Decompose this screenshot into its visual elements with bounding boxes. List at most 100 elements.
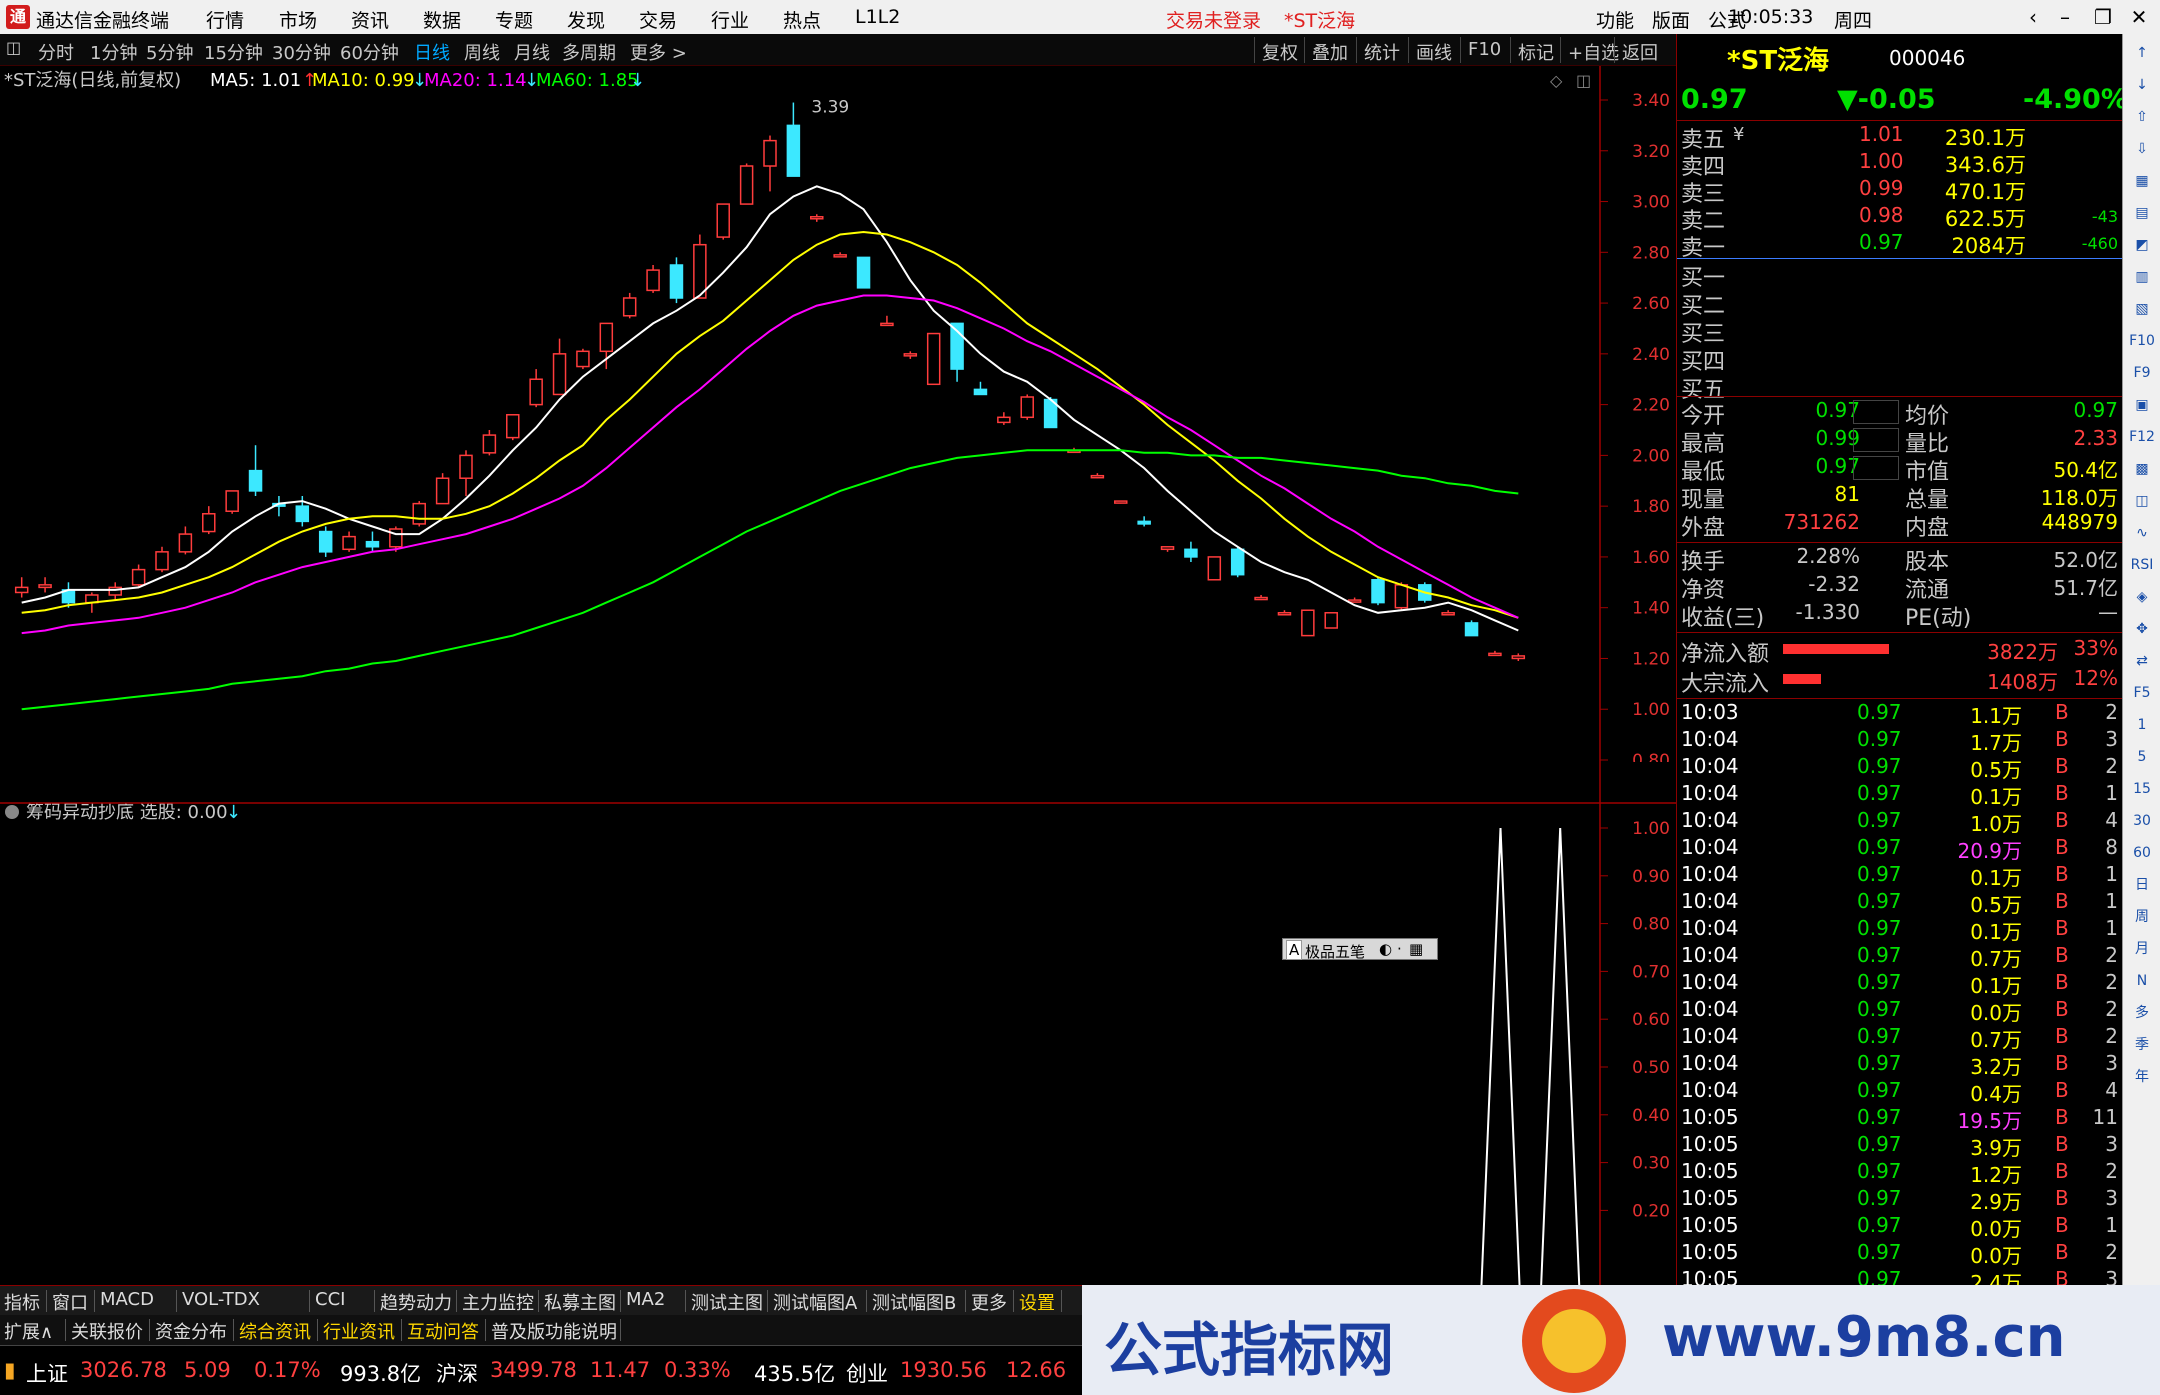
index-sh-name[interactable]: 上证: [26, 1358, 68, 1388]
indicator-tab[interactable]: MA2: [626, 1289, 665, 1310]
period-tab[interactable]: 月线: [514, 39, 550, 65]
side-tool-icon[interactable]: 15: [2129, 776, 2155, 802]
toolbar-button[interactable]: 返回: [1622, 39, 1658, 65]
side-tool-icon[interactable]: ▦: [2129, 168, 2155, 194]
indicator-tab[interactable]: 趋势动力: [380, 1289, 452, 1315]
ask-price[interactable]: 1.01: [1859, 122, 1904, 146]
side-tool-icon[interactable]: RSI: [2129, 552, 2155, 578]
side-tool-icon[interactable]: 5: [2129, 744, 2155, 770]
indicator-tab[interactable]: 指标: [4, 1289, 40, 1315]
index-hs-name[interactable]: 沪深: [436, 1358, 478, 1388]
ime-moon-icon[interactable]: ◐: [1379, 940, 1392, 958]
side-tool-icon[interactable]: 60: [2129, 840, 2155, 866]
side-tool-icon[interactable]: ▥: [2129, 264, 2155, 290]
period-tab[interactable]: 5分钟: [146, 39, 193, 65]
ime-popup[interactable]: A 极品五笔 ◐ · ▦: [1282, 938, 1438, 961]
side-tool-icon[interactable]: F12: [2129, 424, 2155, 450]
menu-l1l2[interactable]: L1L2: [855, 6, 900, 28]
info-tab[interactable]: 资金分布: [155, 1318, 227, 1344]
side-tool-icon[interactable]: 30: [2129, 808, 2155, 834]
side-tool-icon[interactable]: F5: [2129, 680, 2155, 706]
side-tool-icon[interactable]: ◫: [2129, 488, 2155, 514]
ime-grid-icon[interactable]: ▦: [1409, 940, 1423, 958]
menu-hot[interactable]: 热点: [783, 6, 821, 33]
menu-data[interactable]: 数据: [423, 6, 461, 33]
toolbar-button[interactable]: 统计: [1364, 39, 1400, 65]
period-tab[interactable]: 30分钟: [272, 39, 331, 65]
side-tool-icon[interactable]: ⇧: [2129, 104, 2155, 130]
side-tool-icon[interactable]: ◈: [2129, 584, 2155, 610]
period-tab[interactable]: 更多 >: [630, 39, 687, 65]
ime-a-icon[interactable]: A: [1286, 940, 1303, 960]
minimize-icon[interactable]: –: [2050, 4, 2080, 30]
indicator-tab[interactable]: CCI: [315, 1289, 345, 1310]
side-tool-icon[interactable]: ▣: [2129, 392, 2155, 418]
menu-industry[interactable]: 行业: [711, 6, 749, 33]
menu-quotes[interactable]: 行情: [206, 6, 244, 33]
toolbar-button[interactable]: +自选: [1568, 39, 1619, 65]
info-tab[interactable]: 综合资讯: [239, 1318, 311, 1344]
indicator-menu-icon[interactable]: [5, 805, 19, 819]
panel-toggle-icon[interactable]: ◫: [1576, 71, 1591, 90]
info-tab[interactable]: 扩展∧: [4, 1318, 53, 1344]
info-tab[interactable]: 互动问答: [407, 1318, 479, 1344]
menu-discover[interactable]: 发现: [567, 6, 605, 33]
side-tool-icon[interactable]: 周: [2129, 904, 2155, 930]
toolbar-button[interactable]: F10: [1468, 39, 1501, 60]
menu-layout[interactable]: 版面: [1652, 6, 1690, 33]
menu-function[interactable]: 功能: [1596, 6, 1634, 33]
period-tab[interactable]: 日线: [414, 39, 450, 65]
indicator-tab[interactable]: 私募主图: [544, 1289, 616, 1315]
indicator-tab[interactable]: 窗口: [52, 1289, 88, 1315]
toolbar-button[interactable]: 叠加: [1312, 39, 1348, 65]
main-kline-chart[interactable]: 3.40 3.20 3.00 2.80 2.60 2.40 2.20 2.00 1.80 1.60…: [0, 66, 1676, 796]
close-icon[interactable]: ✕: [2124, 4, 2154, 30]
side-tool-icon[interactable]: ▤: [2129, 200, 2155, 226]
toolbar-button[interactable]: 标记: [1518, 39, 1554, 65]
menu-topics[interactable]: 专题: [495, 6, 533, 33]
ask-price[interactable]: 0.97: [1859, 230, 1904, 254]
side-tool-icon[interactable]: ▧: [2129, 296, 2155, 322]
side-tool-icon[interactable]: 季: [2129, 1032, 2155, 1058]
info-tab[interactable]: 关联报价: [71, 1318, 143, 1344]
side-tool-icon[interactable]: ✥: [2129, 616, 2155, 642]
toolbar-button[interactable]: 画线: [1416, 39, 1452, 65]
side-tool-icon[interactable]: ▩: [2129, 456, 2155, 482]
period-tab[interactable]: 分时: [38, 39, 74, 65]
side-tool-icon[interactable]: ⇩: [2129, 136, 2155, 162]
info-tab[interactable]: 行业资讯: [323, 1318, 395, 1344]
side-tool-icon[interactable]: 1: [2129, 712, 2155, 738]
indicator-chart[interactable]: 1.00 0.90 0.80 0.70 0.60 0.50 0.40 0.30 0.20 筹码异动…: [0, 762, 1676, 1322]
indicator-tab[interactable]: VOL-TDX: [182, 1289, 260, 1310]
login-status[interactable]: 交易未登录: [1166, 6, 1261, 33]
ime-dot-icon[interactable]: ·: [1397, 940, 1402, 958]
side-tool-icon[interactable]: ↓: [2129, 72, 2155, 98]
ask-price[interactable]: 0.99: [1859, 176, 1904, 200]
indicator-tab[interactable]: MACD: [100, 1289, 154, 1310]
ask-price[interactable]: 0.98: [1859, 203, 1904, 227]
side-tool-icon[interactable]: 日: [2129, 872, 2155, 898]
ask-price[interactable]: 1.00: [1859, 149, 1904, 173]
period-tab[interactable]: 1分钟: [90, 39, 137, 65]
period-tab[interactable]: 15分钟: [204, 39, 263, 65]
menu-trade[interactable]: 交易: [639, 6, 677, 33]
indicator-tab[interactable]: 主力监控: [462, 1289, 534, 1315]
side-tool-icon[interactable]: N: [2129, 968, 2155, 994]
side-tool-icon[interactable]: F9: [2129, 360, 2155, 386]
period-tab[interactable]: 多周期: [562, 39, 616, 65]
side-tool-icon[interactable]: ↑: [2129, 40, 2155, 66]
indicator-tab[interactable]: 更多: [971, 1289, 1007, 1315]
back-icon[interactable]: ‹: [2018, 4, 2048, 30]
indicator-tab[interactable]: 测试幅图A: [773, 1289, 857, 1315]
menu-news[interactable]: 资讯: [351, 6, 389, 33]
side-tool-icon[interactable]: ∿: [2129, 520, 2155, 546]
layout-toggle-icon[interactable]: ◫: [6, 38, 21, 57]
side-tool-icon[interactable]: ◩: [2129, 232, 2155, 258]
indicator-tab[interactable]: 设置: [1019, 1289, 1055, 1315]
toolbar-button[interactable]: 复权: [1262, 39, 1298, 65]
side-tool-icon[interactable]: F10: [2129, 328, 2155, 354]
period-tab[interactable]: 60分钟: [340, 39, 399, 65]
side-tool-icon[interactable]: 年: [2129, 1064, 2155, 1090]
side-tool-icon[interactable]: ⇄: [2129, 648, 2155, 674]
indicator-tab[interactable]: 测试幅图B: [872, 1289, 956, 1315]
